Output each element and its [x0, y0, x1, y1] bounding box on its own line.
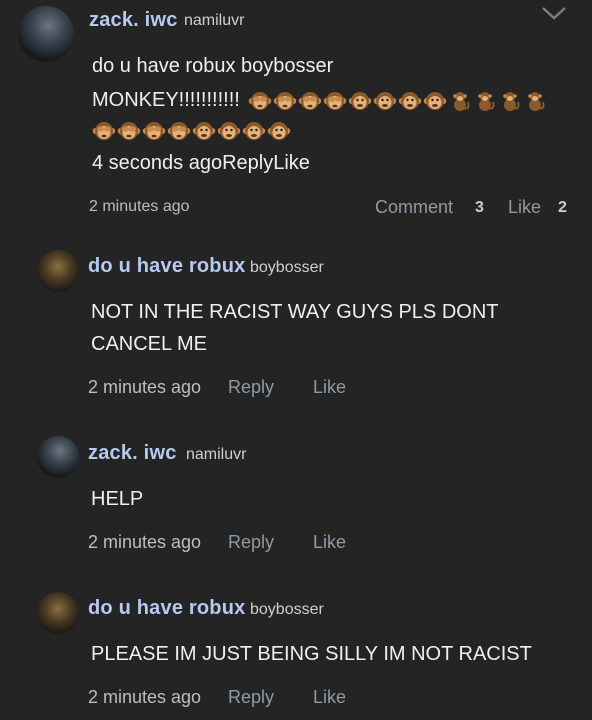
monkey-face-icon	[373, 90, 397, 112]
avatar[interactable]	[18, 6, 74, 62]
like-button[interactable]: Like	[508, 197, 541, 218]
see-no-evil-monkey-icon	[298, 90, 322, 112]
reply-button[interactable]: Reply	[228, 377, 274, 398]
monkey-icon	[448, 90, 472, 112]
monkey-icon	[498, 90, 522, 112]
comment-line: do u have robux boybosser	[92, 55, 334, 77]
reply-button[interactable]: Reply	[228, 532, 274, 553]
monkey-face-icon	[242, 120, 266, 142]
like-count: 2	[558, 199, 567, 216]
reply-text-line: HELP	[91, 488, 144, 510]
comment-count: 3	[475, 199, 484, 216]
comment-line: MONKEY!!!!!!!!!!!	[92, 89, 240, 111]
see-no-evil-monkey-icon	[142, 120, 166, 142]
username[interactable]: do u have robux	[88, 597, 245, 620]
monkey-face-icon	[348, 90, 372, 112]
see-no-evil-monkey-icon	[92, 120, 116, 142]
monkey-icon	[473, 90, 497, 112]
monkey-emoji-row	[92, 120, 291, 142]
reply-button[interactable]: Reply	[228, 687, 274, 708]
user-handle: namiluvr	[184, 12, 245, 29]
username[interactable]: do u have robux	[88, 255, 245, 278]
quoted-meta: 4 seconds agoReplyLike	[92, 152, 310, 174]
see-no-evil-monkey-icon	[248, 90, 272, 112]
monkey-face-icon	[217, 120, 241, 142]
reply-text-line: CANCEL ME	[91, 333, 207, 355]
see-no-evil-monkey-icon	[323, 90, 347, 112]
user-handle: boybosser	[250, 601, 324, 618]
see-no-evil-monkey-icon	[117, 120, 141, 142]
like-button[interactable]: Like	[313, 532, 346, 553]
timestamp: 2 minutes ago	[88, 532, 202, 552]
user-handle: boybosser	[250, 259, 324, 276]
username[interactable]: zack. iwc	[88, 442, 177, 465]
monkey-face-icon	[423, 90, 447, 112]
timestamp: 2 minutes ago	[89, 198, 190, 215]
monkey-face-icon	[398, 90, 422, 112]
like-button[interactable]: Like	[313, 687, 346, 708]
reply-text-line: PLEASE IM JUST BEING SILLY IM NOT RACIST	[91, 643, 532, 665]
monkey-face-icon	[267, 120, 291, 142]
avatar[interactable]	[37, 592, 79, 634]
username[interactable]: zack. iwc	[89, 9, 178, 32]
see-no-evil-monkey-icon	[273, 90, 297, 112]
like-button[interactable]: Like	[313, 377, 346, 398]
user-handle: namiluvr	[186, 446, 247, 463]
avatar[interactable]	[37, 250, 79, 292]
monkey-face-icon	[192, 120, 216, 142]
timestamp: 2 minutes ago	[88, 687, 202, 707]
comment-button[interactable]: Comment	[375, 197, 453, 218]
monkey-emoji-row	[248, 90, 547, 112]
see-no-evil-monkey-icon	[167, 120, 191, 142]
monkey-icon	[523, 90, 547, 112]
timestamp: 2 minutes ago	[88, 377, 202, 397]
chevron-down-icon[interactable]	[540, 4, 568, 27]
reply-text-line: NOT IN THE RACIST WAY GUYS PLS DONT	[91, 301, 499, 323]
avatar[interactable]	[37, 436, 79, 478]
